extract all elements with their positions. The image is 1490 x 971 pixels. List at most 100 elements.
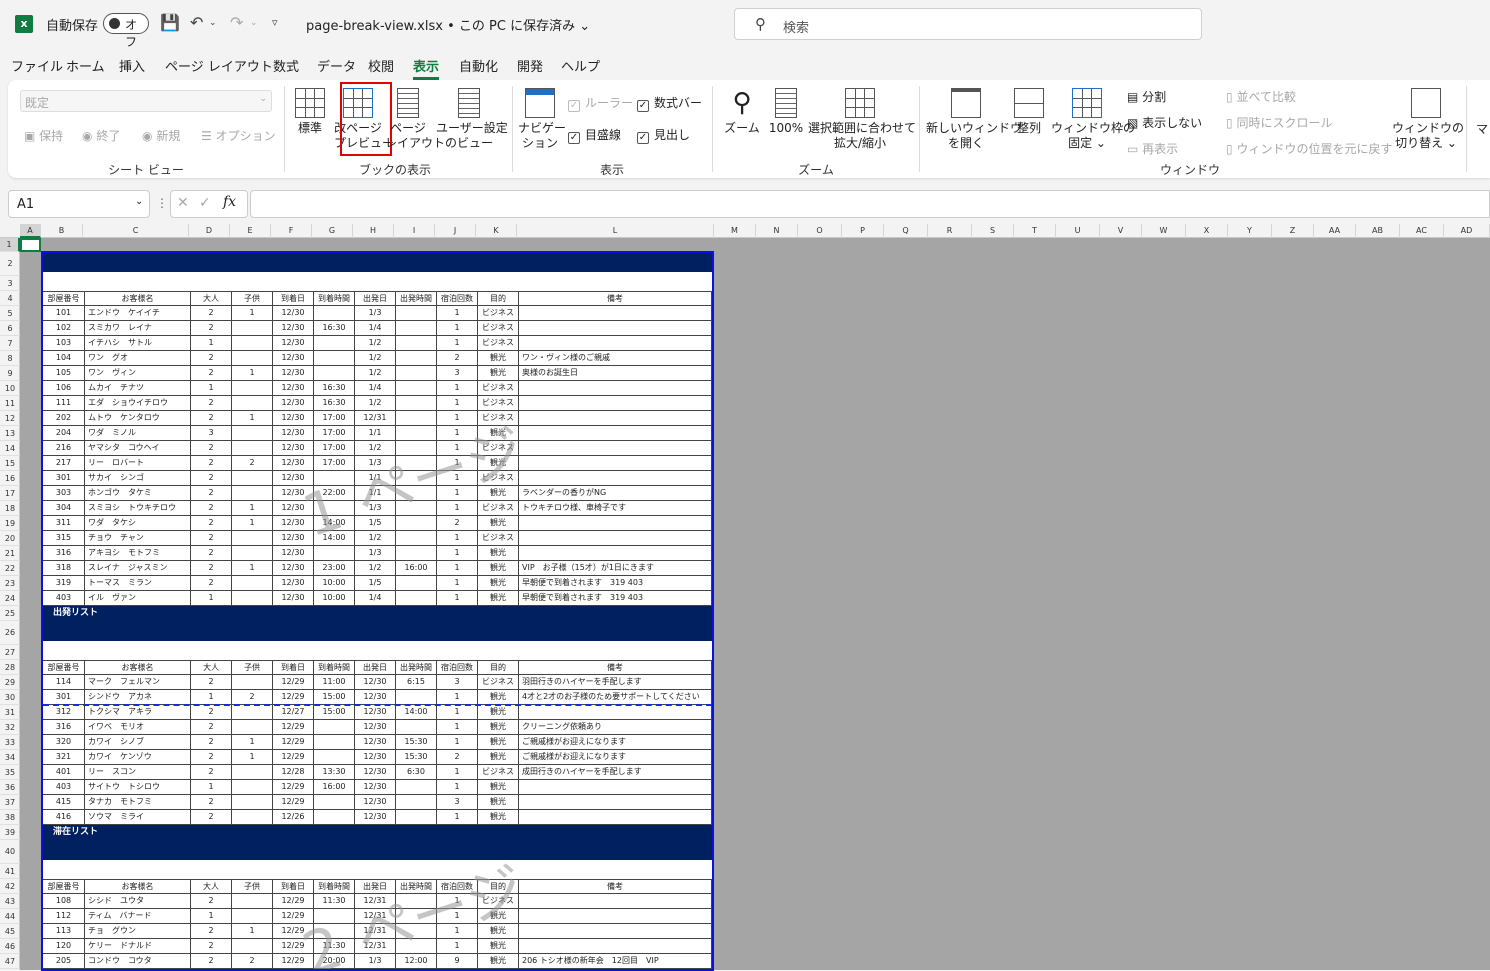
row-header-29[interactable]: 29 <box>0 675 20 690</box>
cell[interactable]: 6:15 <box>396 675 437 690</box>
cell[interactable] <box>396 336 437 351</box>
cell[interactable]: 1 <box>437 546 478 561</box>
column-header-j[interactable]: J <box>435 224 476 238</box>
cell[interactable]: 2 <box>437 516 478 531</box>
cell[interactable]: 1 <box>191 690 232 705</box>
cell[interactable]: リー スコン <box>85 765 191 780</box>
cell[interactable]: 備考 <box>519 291 712 306</box>
cell[interactable]: 2 <box>437 351 478 366</box>
row-header-4[interactable]: 4 <box>0 291 20 306</box>
cell[interactable]: 目的 <box>478 879 519 894</box>
cell[interactable]: 12/31 <box>355 924 396 939</box>
page-break-line[interactable] <box>43 704 712 706</box>
cell[interactable] <box>314 336 355 351</box>
cell[interactable]: 1 <box>437 924 478 939</box>
cell[interactable]: ラベンダーの香りがNG <box>519 486 712 501</box>
column-header-n[interactable]: N <box>756 224 798 238</box>
cell[interactable]: 321 <box>43 750 85 765</box>
cell[interactable] <box>396 690 437 705</box>
cell[interactable]: 12/31 <box>355 909 396 924</box>
cell[interactable]: 1 <box>437 561 478 576</box>
cell[interactable]: 1 <box>191 591 232 606</box>
cell[interactable] <box>232 336 273 351</box>
cell[interactable] <box>232 894 273 909</box>
cell[interactable] <box>519 531 712 546</box>
cell[interactable]: 出発日 <box>355 879 396 894</box>
cell[interactable]: 1 <box>437 396 478 411</box>
cell[interactable]: ビジネス <box>478 396 519 411</box>
cell[interactable]: 12/30 <box>273 306 314 321</box>
cell[interactable]: 12/29 <box>273 954 314 969</box>
cell[interactable] <box>232 705 273 720</box>
tab-developer[interactable]: 開発 <box>517 56 543 75</box>
cell[interactable]: コンドウ コウタ <box>85 954 191 969</box>
cell[interactable]: 宿泊回数 <box>437 291 478 306</box>
row-header-5[interactable]: 5 <box>0 306 20 321</box>
cell[interactable]: ビジネス <box>478 306 519 321</box>
cell[interactable]: 観光 <box>478 591 519 606</box>
cell[interactable]: 12/31 <box>355 939 396 954</box>
cell[interactable]: 12/30 <box>355 765 396 780</box>
row-header-10[interactable]: 10 <box>0 381 20 396</box>
cell[interactable]: 2 <box>191 735 232 750</box>
cell[interactable]: 1/2 <box>355 366 396 381</box>
page-layout-view-button[interactable]: ページ レイアウト <box>385 88 445 151</box>
cell[interactable]: 1 <box>437 939 478 954</box>
cell[interactable]: 319 <box>43 576 85 591</box>
freeze-panes-button[interactable]: ウィンドウ枠の 固定 ⌄ <box>1051 88 1135 151</box>
cancel-icon[interactable]: ✕ <box>177 195 189 211</box>
undo-dropdown-icon[interactable]: ⌄ <box>209 18 217 28</box>
cell[interactable]: 到着時間 <box>314 291 355 306</box>
cell[interactable] <box>314 924 355 939</box>
cell[interactable]: 415 <box>43 795 85 810</box>
row-header-38[interactable]: 38 <box>0 810 20 825</box>
cell[interactable]: シンドウ アカネ <box>85 690 191 705</box>
cell[interactable]: ビジネス <box>478 531 519 546</box>
cell[interactable] <box>396 486 437 501</box>
navigation-button[interactable]: ナビゲー ション <box>518 88 566 151</box>
row-header-46[interactable]: 46 <box>0 939 20 954</box>
cell[interactable]: 301 <box>43 471 85 486</box>
cell[interactable]: 16:00 <box>396 561 437 576</box>
cell[interactable]: 1 <box>232 924 273 939</box>
cell[interactable]: 部屋番号 <box>43 660 85 675</box>
cell[interactable]: 観光 <box>478 735 519 750</box>
row-header-45[interactable]: 45 <box>0 924 20 939</box>
cell[interactable]: 1 <box>437 381 478 396</box>
cell[interactable] <box>232 546 273 561</box>
cell[interactable]: チョウ チャン <box>85 531 191 546</box>
cell[interactable]: 1 <box>437 471 478 486</box>
cell[interactable] <box>396 501 437 516</box>
row-header-28[interactable]: 28 <box>0 660 20 675</box>
cell[interactable] <box>396 924 437 939</box>
cell[interactable]: 観光 <box>478 546 519 561</box>
cell[interactable]: 部屋番号 <box>43 291 85 306</box>
cell[interactable]: 113 <box>43 924 85 939</box>
cell[interactable]: 出発日 <box>355 291 396 306</box>
cell[interactable]: 1/1 <box>355 471 396 486</box>
cell[interactable] <box>519 426 712 441</box>
cell[interactable]: ムカイ チナツ <box>85 381 191 396</box>
cell[interactable]: 1/3 <box>355 954 396 969</box>
cell[interactable]: 2 <box>191 954 232 969</box>
cell[interactable]: 9 <box>437 954 478 969</box>
cell[interactable]: 宿泊回数 <box>437 879 478 894</box>
column-header-r[interactable]: R <box>928 224 972 238</box>
cell[interactable]: 12/30 <box>273 321 314 336</box>
cell[interactable]: 1/2 <box>355 531 396 546</box>
cell[interactable]: カワイ シノブ <box>85 735 191 750</box>
row-header-22[interactable]: 22 <box>0 561 20 576</box>
cell[interactable]: 15:30 <box>396 735 437 750</box>
cell[interactable] <box>519 810 712 825</box>
tab-data[interactable]: データ <box>317 56 356 75</box>
name-box[interactable]: A1 ⌄ <box>8 190 150 218</box>
cell[interactable] <box>519 441 712 456</box>
cell[interactable]: 1 <box>437 576 478 591</box>
cell[interactable] <box>396 396 437 411</box>
cell[interactable]: 2 <box>191 561 232 576</box>
cell[interactable]: 12/29 <box>273 750 314 765</box>
cell[interactable] <box>519 471 712 486</box>
cell[interactable]: 1/2 <box>355 561 396 576</box>
cell[interactable]: 10:00 <box>314 576 355 591</box>
cell[interactable]: ビジネス <box>478 765 519 780</box>
